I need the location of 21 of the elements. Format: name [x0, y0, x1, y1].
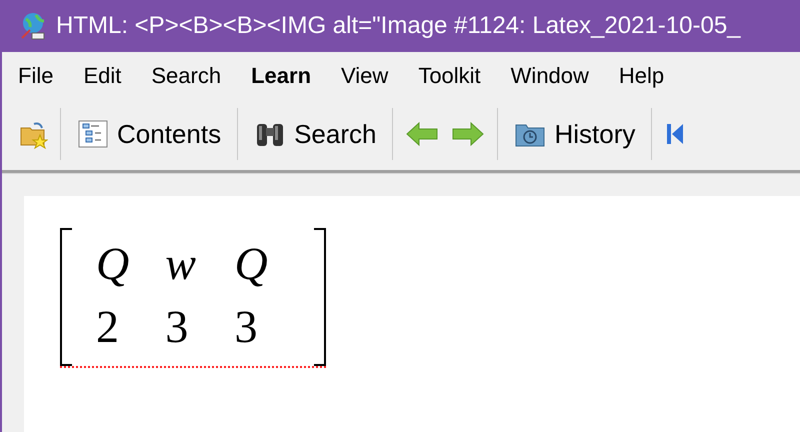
matrix-entry: Q	[234, 237, 268, 291]
matrix-entry: Q	[96, 237, 130, 291]
menu-item[interactable]: Search	[151, 58, 222, 92]
matrix-entry: 3	[165, 300, 190, 354]
history-button[interactable]: History	[510, 114, 640, 154]
forward-arrow-icon[interactable]	[451, 121, 486, 147]
window-title: HTML: <P><B><B><IMG alt="Image #1124: Latex_2021-10-05_	[56, 11, 741, 41]
menu-item[interactable]: Edit	[83, 58, 122, 92]
search-button[interactable]: Search	[250, 114, 380, 154]
menu-item[interactable]: File	[18, 58, 54, 92]
menu-item[interactable]: Learn	[251, 58, 312, 92]
menu-item[interactable]: View	[341, 58, 388, 92]
matrix-entry: w	[165, 237, 197, 291]
menu-item[interactable]: Window	[510, 58, 589, 92]
matrix-entry: 2	[96, 300, 120, 354]
matrix-entry: 3	[234, 300, 258, 354]
outline-list-icon	[77, 119, 109, 149]
menu-item[interactable]: Toolkit	[418, 58, 481, 92]
menu-item[interactable]: Help	[618, 58, 664, 92]
back-arrow-icon[interactable]	[405, 121, 440, 147]
contents-button[interactable]: Contents	[73, 114, 226, 154]
